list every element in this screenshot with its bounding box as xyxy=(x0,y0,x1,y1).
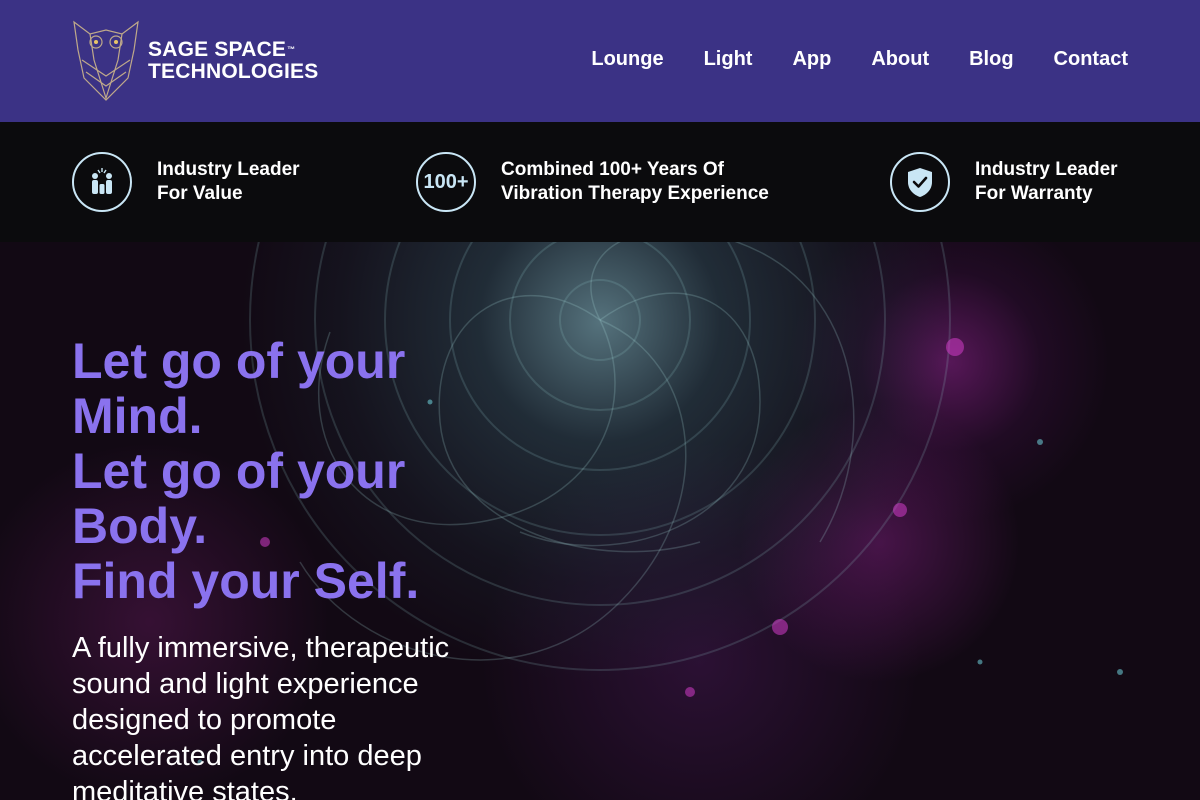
description-line-4: accelerated entry into deep xyxy=(72,740,422,772)
description-line-2: sound and light experience xyxy=(72,668,419,700)
description-line-3: designed to promote xyxy=(72,704,337,736)
nav-link-light[interactable]: Light xyxy=(704,48,753,71)
shield-check-icon xyxy=(890,152,950,212)
description-line-5: meditative states. xyxy=(72,776,298,800)
feature-value-line-1: Industry Leader xyxy=(157,159,300,180)
hero-section: Let go of your Mind. Let go of your Body… xyxy=(0,242,1200,800)
feature-experience: 100+ Combined 100+ Years Of Vibration Th… xyxy=(416,152,769,212)
nav-link-contact[interactable]: Contact xyxy=(1054,48,1128,71)
feature-value-text: Industry Leader For Value xyxy=(157,158,300,206)
headline-line-3: Let go of your xyxy=(72,443,406,499)
hundred-plus-icon: 100+ xyxy=(416,152,476,212)
feature-experience-text: Combined 100+ Years Of Vibration Therapy… xyxy=(501,158,769,206)
feature-warranty-line-1: Industry Leader xyxy=(975,159,1118,180)
hero-headline: Let go of your Mind. Let go of your Body… xyxy=(72,334,532,609)
brand-logo[interactable]: SAGE SPACE™ TECHNOLOGIES xyxy=(72,20,318,102)
nav-link-blog[interactable]: Blog xyxy=(969,48,1013,71)
brand-name: SAGE SPACE™ TECHNOLOGIES xyxy=(148,39,318,83)
site-header: SAGE SPACE™ TECHNOLOGIES Lounge Light Ap… xyxy=(0,0,1200,122)
feature-bar: Industry Leader For Value 100+ Combined … xyxy=(0,122,1200,242)
people-icon xyxy=(72,152,132,212)
brand-line-2: TECHNOLOGIES xyxy=(148,60,319,83)
feature-warranty-text: Industry Leader For Warranty xyxy=(975,158,1118,206)
description-line-1: A fully immersive, therapeutic xyxy=(72,632,450,664)
headline-line-4: Body. xyxy=(72,498,208,554)
nav-link-lounge[interactable]: Lounge xyxy=(591,48,663,71)
feature-value: Industry Leader For Value xyxy=(72,152,300,212)
headline-line-1: Let go of your xyxy=(72,333,406,389)
brand-line-1: SAGE SPACE xyxy=(148,38,287,61)
feature-experience-line-2: Vibration Therapy Experience xyxy=(501,183,769,204)
nav-link-app[interactable]: App xyxy=(792,48,831,71)
owl-logo-icon xyxy=(73,20,139,101)
headline-line-5: Find your Self. xyxy=(72,553,420,609)
feature-warranty: Industry Leader For Warranty xyxy=(890,152,1118,212)
headline-line-2: Mind. xyxy=(72,388,203,444)
feature-value-line-2: For Value xyxy=(157,183,243,204)
trademark-symbol: ™ xyxy=(287,45,296,54)
nav-link-about[interactable]: About xyxy=(871,48,929,71)
main-nav: Lounge Light App About Blog Contact xyxy=(591,48,1128,71)
feature-warranty-line-2: For Warranty xyxy=(975,183,1093,204)
feature-experience-line-1: Combined 100+ Years Of xyxy=(501,159,724,180)
hero-description: A fully immersive, therapeutic sound and… xyxy=(72,630,512,800)
